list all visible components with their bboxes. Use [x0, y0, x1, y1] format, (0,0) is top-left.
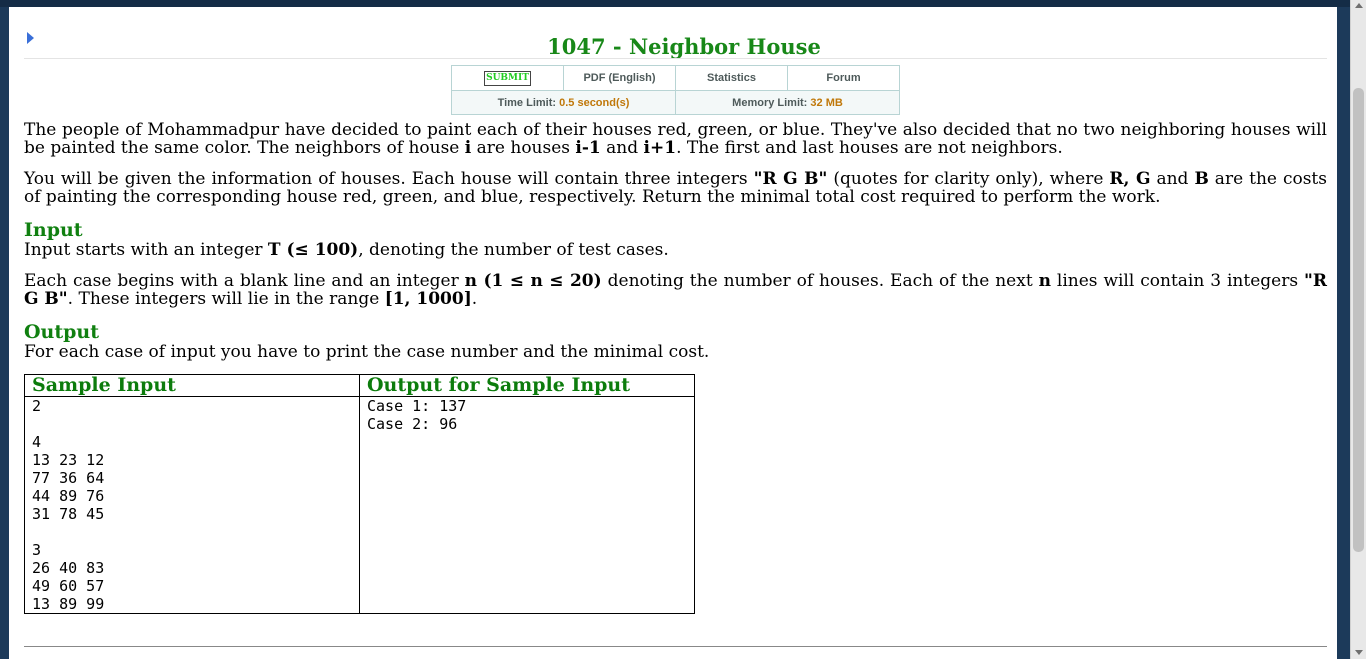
scroll-up-arrow-icon[interactable] [1355, 3, 1363, 8]
submit-button[interactable]: SUBMIT [484, 70, 531, 86]
input-paragraph-1: Input starts with an integer T (≤ 100), … [24, 240, 669, 260]
input-paragraph-2: Each case begins with a blank line and a… [24, 271, 1327, 309]
pdf-link[interactable]: PDF (English) [563, 65, 676, 91]
memory-limit: Memory Limit: 32 MB [675, 90, 900, 115]
time-limit-label: Time Limit: [497, 96, 557, 109]
problem-statement: The people of Mohammadpur have decided t… [24, 121, 1327, 361]
statement-paragraph-2: You will be given the information of hou… [24, 169, 1327, 207]
sample-input-heading: Sample Input [24, 374, 360, 397]
statement-paragraph-1: The people of Mohammadpur have decided t… [24, 120, 1327, 158]
window-top-bar [0, 0, 1366, 7]
problem-page: 1047 - Neighbor House SUBMIT PDF (Englis… [9, 7, 1337, 659]
sample-output-heading: Output for Sample Input [359, 374, 695, 397]
sample-output-text: Case 1: 137 Case 2: 96 [367, 397, 467, 433]
output-paragraph-1: For each case of input you have to print… [24, 342, 710, 362]
time-limit: Time Limit: 0.5 second(s) [451, 90, 676, 115]
output-heading: Output [24, 321, 100, 343]
problem-info-table: SUBMIT PDF (English) Statistics Forum Ti… [451, 65, 900, 115]
scroll-down-arrow-icon[interactable] [1355, 650, 1363, 655]
memory-limit-value: 32 MB [810, 96, 843, 109]
page-title: 1047 - Neighbor House [547, 34, 821, 59]
forum-link[interactable]: Forum [787, 65, 900, 91]
vertical-scrollbar[interactable] [1350, 0, 1366, 659]
time-limit-value: 0.5 second(s) [559, 96, 630, 109]
bottom-divider [24, 646, 1327, 647]
title-divider [24, 58, 1327, 59]
sample-input-text: 2 4 13 23 12 77 36 64 44 89 76 31 78 45 … [32, 397, 105, 613]
scrollbar-thumb[interactable] [1353, 88, 1364, 552]
sample-io-table: Sample Input Output for Sample Input 2 4… [24, 374, 695, 614]
sample-input-cell: 2 4 13 23 12 77 36 64 44 89 76 31 78 45 … [24, 396, 360, 614]
statistics-link[interactable]: Statistics [675, 65, 788, 91]
sample-output-cell: Case 1: 137 Case 2: 96 [359, 396, 695, 614]
submit-cell: SUBMIT [451, 65, 564, 91]
input-heading: Input [24, 219, 83, 241]
memory-limit-label: Memory Limit: [732, 96, 808, 109]
